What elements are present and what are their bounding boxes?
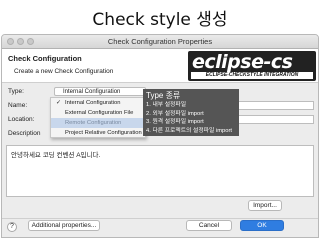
eclipse-cs-logo: eclipse-cs ECLIPSE-CHECKSTYLE INTEGRATIO… bbox=[188, 51, 316, 81]
annotation-title: Type 종류 bbox=[146, 91, 181, 100]
cancel-button[interactable]: Cancel bbox=[186, 220, 232, 231]
title-bar: Check Configuration Properties bbox=[2, 35, 318, 49]
type-label: Type: bbox=[8, 88, 24, 95]
header-subtitle: Create a new Check Configuration bbox=[14, 68, 114, 75]
location-label: Location: bbox=[8, 116, 35, 123]
help-icon[interactable]: ? bbox=[7, 222, 17, 232]
type-select[interactable]: Internal Configuration bbox=[54, 87, 146, 96]
slide-title: Check style 생성 bbox=[92, 10, 228, 30]
dropdown-item-internal[interactable]: ✓ Internal Configuration bbox=[51, 98, 145, 108]
location-field[interactable] bbox=[238, 115, 314, 124]
checkmark-icon: ✓ bbox=[56, 100, 62, 106]
import-button[interactable]: Import... bbox=[248, 200, 282, 211]
footer-divider bbox=[2, 218, 318, 219]
additional-properties-button[interactable]: Additional properties... bbox=[28, 220, 100, 231]
name-label: Name: bbox=[8, 102, 28, 109]
logo-text: eclipse-cs bbox=[192, 51, 293, 73]
dropdown-item-project-relative[interactable]: Project Relative Configuration bbox=[51, 128, 145, 138]
annotation-line: 1. 내부 설정파일 bbox=[146, 102, 187, 108]
type-annotation-box: Type 종류 1. 내부 설정파일 2. 외부 설정파일 import 3. … bbox=[143, 89, 239, 136]
dialog-window: Check Configuration Properties Check Con… bbox=[1, 34, 319, 238]
ok-button[interactable]: OK bbox=[240, 220, 284, 231]
description-label: Description bbox=[8, 130, 41, 137]
description-text: 안녕하세요 코딩 컨벤션 A입니다. bbox=[11, 152, 101, 159]
type-dropdown-menu: ✓ Internal Configuration External Config… bbox=[50, 97, 146, 138]
description-textarea[interactable]: 안녕하세요 코딩 컨벤션 A입니다. bbox=[6, 145, 314, 197]
header-title: Check Configuration bbox=[8, 54, 82, 63]
annotation-line: 2. 외부 설정파일 import bbox=[146, 110, 204, 117]
annotation-line: 3. 원격 설정파일 import bbox=[146, 119, 204, 126]
annotation-line: 4. 다른 프로젝트의 설정파일 import bbox=[146, 127, 233, 134]
logo-tagline: ECLIPSE-CHECKSTYLE INTEGRATION bbox=[191, 72, 313, 79]
dialog-header: Check Configuration Create a new Check C… bbox=[2, 49, 318, 83]
dropdown-item-external[interactable]: External Configuration File bbox=[51, 108, 145, 118]
dropdown-item-remote[interactable]: Remote Configuration bbox=[51, 118, 145, 128]
name-field[interactable] bbox=[238, 101, 314, 110]
window-title: Check Configuration Properties bbox=[107, 37, 213, 46]
